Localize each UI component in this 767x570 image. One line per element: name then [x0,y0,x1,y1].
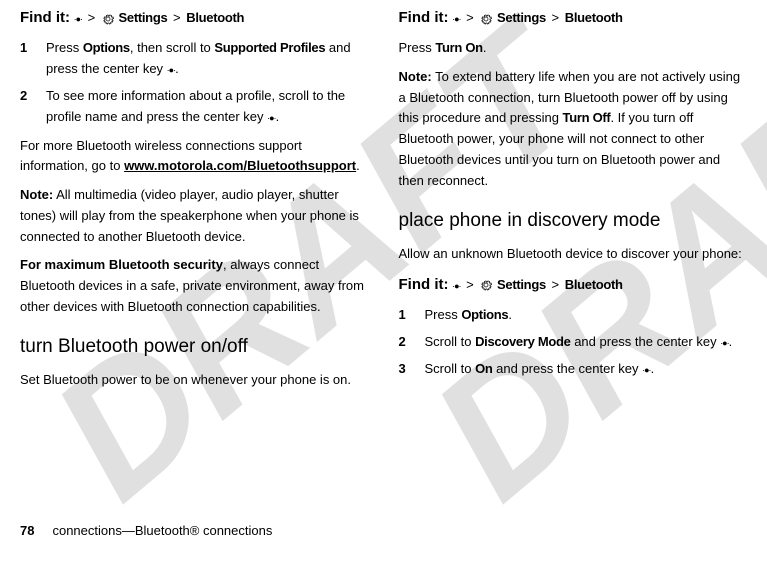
center-key-icon [74,8,82,29]
left-column: Find it: > Settings > Bluetooth 1 Press … [20,2,369,510]
step-1: 1 Press Options, then scroll to Supporte… [20,38,369,80]
find-it-path: Find it: > Settings > Bluetooth [399,273,748,297]
bluetooth-label: Bluetooth [186,10,244,25]
breadcrumb-separator: > [552,10,560,25]
bluetooth-label: Bluetooth [565,10,623,25]
gear-icon [101,8,115,29]
text: . [276,109,280,124]
note-label: Note: [399,69,432,84]
press-paragraph: Press Turn On. [399,38,748,59]
step-text: To see more information about a profile,… [46,86,369,128]
text: Press [425,307,462,322]
text: . [508,307,512,322]
text: Press [46,40,83,55]
step-2: 2 To see more information about a profil… [20,86,369,128]
find-it-path: Find it: > Settings > Bluetooth [399,6,748,30]
step-1: 1 Press Options. [399,305,748,326]
text: Press [399,40,436,55]
text: and press the center key [571,334,721,349]
step-number: 2 [20,86,46,128]
text: , then scroll to [130,40,215,55]
step-text: Scroll to Discovery Mode and press the c… [425,332,748,353]
center-key-icon [267,107,275,128]
turn-off-label: Turn Off [563,110,611,125]
supported-profiles-label: Supported Profiles [214,40,325,55]
support-paragraph: For more Bluetooth wireless connections … [20,136,369,178]
center-key-icon [642,359,650,380]
breadcrumb-separator: > [466,277,474,292]
center-key-icon [452,275,460,296]
find-it-path: Find it: > Settings > Bluetooth [20,6,369,30]
note-paragraph: Note: All multimedia (video player, audi… [20,185,369,247]
note-label: Note: [20,187,53,202]
step-2: 2 Scroll to Discovery Mode and press the… [399,332,748,353]
security-label: For maximum Bluetooth security [20,257,223,272]
breadcrumb-separator: > [173,10,181,25]
chapter-title: connections—Bluetooth® connections [52,523,272,538]
settings-label: Settings [119,10,168,25]
support-link[interactable]: www.motorola.com/Bluetoothsupport [124,158,356,173]
gear-icon [479,275,493,296]
turn-on-label: Turn On [435,40,482,55]
page-number: 78 [20,523,34,538]
options-label: Options [461,307,508,322]
section-heading: turn Bluetooth power on/off [20,332,369,362]
right-column: Find it: > Settings > Bluetooth Press Tu… [399,2,748,510]
options-label: Options [83,40,130,55]
discovery-mode-label: Discovery Mode [475,334,571,349]
breadcrumb-separator: > [466,10,474,25]
note-paragraph: Note: To extend battery life when you ar… [399,67,748,192]
section-heading: place phone in discovery mode [399,206,748,236]
security-paragraph: For maximum Bluetooth security, always c… [20,255,369,317]
bluetooth-label: Bluetooth [565,277,623,292]
step-3: 3 Scroll to On and press the center key … [399,359,748,380]
find-it-label: Find it: [399,276,449,293]
center-key-icon [452,8,460,29]
settings-label: Settings [497,10,546,25]
text: . [651,361,655,376]
step-text: Press Options, then scroll to Supported … [46,38,369,80]
step-text: Scroll to On and press the center key . [425,359,748,380]
text: . [729,334,733,349]
section-text: Allow an unknown Bluetooth device to dis… [399,244,748,265]
text: Scroll to [425,361,476,376]
step-number: 2 [399,332,425,353]
page-footer: 78 connections—Bluetooth® connections [20,521,272,542]
center-key-icon [167,59,175,80]
text: All multimedia (video player, audio play… [20,187,359,244]
step-number: 1 [399,305,425,326]
breadcrumb-separator: > [88,10,96,25]
step-number: 3 [399,359,425,380]
find-it-label: Find it: [20,9,70,26]
text: . [175,61,179,76]
text: . [356,158,360,173]
find-it-label: Find it: [399,9,449,26]
breadcrumb-separator: > [552,277,560,292]
settings-label: Settings [497,277,546,292]
text: and press the center key [493,361,643,376]
text: To see more information about a profile,… [46,88,345,124]
text: . [483,40,487,55]
section-text: Set Bluetooth power to be on whenever yo… [20,370,369,391]
on-label: On [475,361,492,376]
step-text: Press Options. [425,305,748,326]
text: Scroll to [425,334,476,349]
gear-icon [479,8,493,29]
center-key-icon [720,332,728,353]
page-columns: Find it: > Settings > Bluetooth 1 Press … [0,0,767,510]
step-number: 1 [20,38,46,80]
